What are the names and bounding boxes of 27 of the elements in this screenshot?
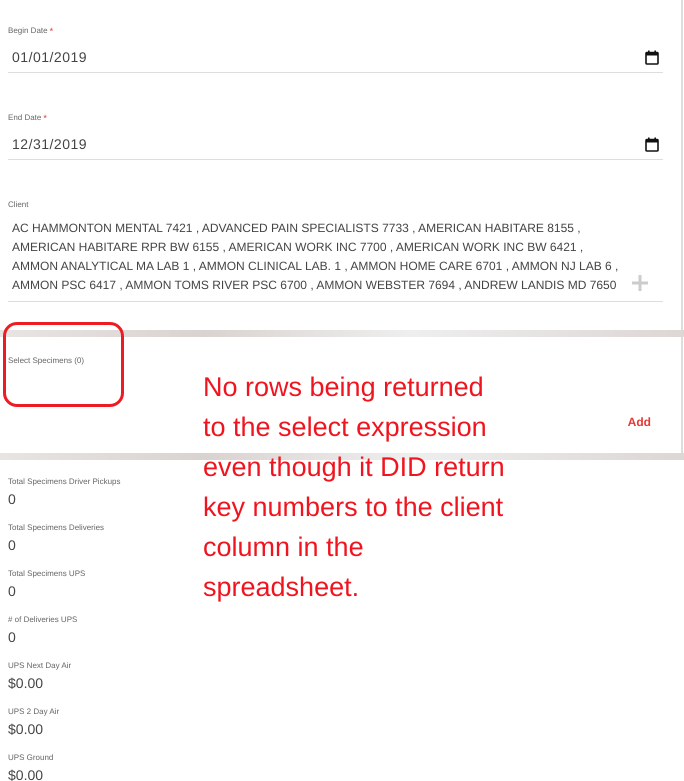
total-label: Total Specimens Driver Pickups: [8, 478, 120, 486]
date-field[interactable]: 12/31/2019: [8, 130, 663, 160]
total-label: Total Specimens Deliveries: [8, 524, 104, 532]
total-label: UPS Ground: [8, 754, 54, 762]
calendar-icon[interactable]: [645, 137, 659, 152]
total-value: $0.00: [8, 721, 44, 738]
section-label: Select Specimens (0): [8, 357, 84, 365]
calendar-icon[interactable]: [645, 50, 659, 65]
total-value: 0: [8, 491, 16, 508]
field-label: End Date: [8, 114, 42, 122]
total-label: UPS Next Day Air: [8, 662, 72, 670]
total-value: 0: [8, 629, 16, 646]
client-select-field[interactable]: AC HAMMONTON MENTAL 7421 , ADVANCED PAIN SPECIALISTS 7733 , AMERICAN HABITARE 8155 , AMERICAN HABITARE RPR BW 6155 , AMERICAN WORK INC 7700 , AMERICAN WORK INC BW 6421 , AMMON ANALYTICAL MA LAB 1 , AMMON CLINICAL LAB. 1 , AMMON HOME CARE 6701 , AMMON NJ LAB 6 , AMMON PSC 6417 , AMMON TOMS RIVER PSC 6700 , AMMON WEBSTER 7694 , ANDREW LANDIS MD 7650: [8, 217, 663, 302]
required-mark: *: [43, 114, 47, 122]
total-label: Total Specimens UPS: [8, 570, 86, 578]
date-field[interactable]: 01/01/2019: [8, 43, 663, 73]
total-value: $0.00: [8, 767, 44, 781]
annotation-text: No rows being returned to the select expression even though it DID return key numbers to the client column in the spreadsheet.: [203, 371, 505, 604]
total-label: UPS 2 Day Air: [8, 708, 60, 716]
field-label: Client: [8, 201, 28, 209]
total-label: # of Deliveries UPS: [8, 616, 78, 624]
add-button[interactable]: Add: [628, 415, 651, 429]
total-value: $0.00: [8, 675, 44, 692]
required-mark: *: [50, 27, 54, 35]
total-value: 0: [8, 537, 16, 554]
field-label: Begin Date: [8, 27, 48, 35]
total-value: 0: [8, 583, 16, 600]
